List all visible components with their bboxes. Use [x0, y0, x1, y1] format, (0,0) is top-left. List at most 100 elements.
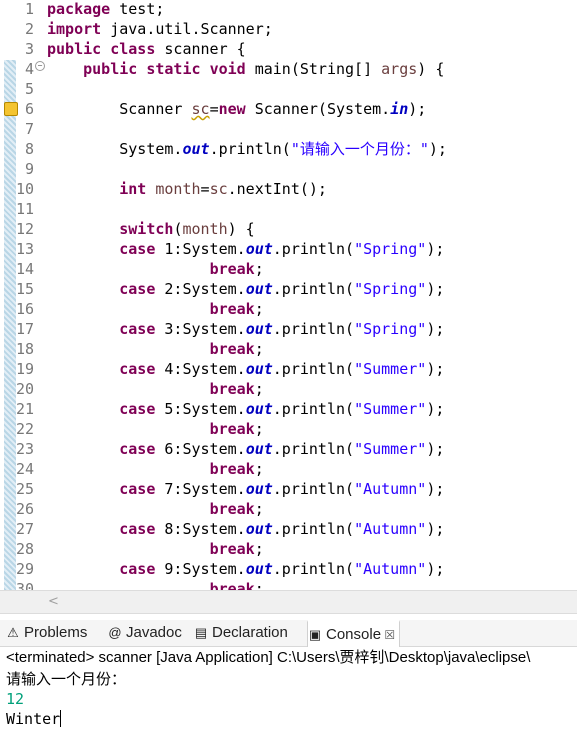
- code-line[interactable]: 19 case 4:System.out.println("Summer");: [0, 359, 577, 379]
- problems-icon: ⚠: [7, 625, 19, 641]
- code-line[interactable]: 23 case 6:System.out.println("Summer");: [0, 439, 577, 459]
- code-text[interactable]: int month=sc.nextInt();: [47, 179, 327, 199]
- line-number: 10: [16, 180, 35, 198]
- console-output-line: 12: [6, 690, 25, 708]
- code-line[interactable]: 7: [0, 119, 577, 139]
- horizontal-scrollbar[interactable]: <: [0, 590, 577, 614]
- code-line[interactable]: 11: [0, 199, 577, 219]
- code-line[interactable]: 6 Scanner sc=new Scanner(System.in);: [0, 99, 577, 119]
- code-text[interactable]: break;: [47, 339, 264, 359]
- tab-declaration[interactable]: ▤ Declaration: [194, 620, 288, 646]
- code-line[interactable]: 10 int month=sc.nextInt();: [0, 179, 577, 199]
- code-line[interactable]: 12 switch(month) {: [0, 219, 577, 239]
- code-line[interactable]: 14 break;: [0, 259, 577, 279]
- code-text[interactable]: case 3:System.out.println("Spring");: [47, 319, 444, 339]
- console-terminated-label: <terminated> scanner [Java Application] …: [6, 649, 531, 666]
- line-number: 29: [16, 560, 35, 578]
- code-text[interactable]: case 1:System.out.println("Spring");: [47, 239, 444, 259]
- line-number: 21: [16, 400, 35, 418]
- code-text[interactable]: case 7:System.out.println("Autumn");: [47, 479, 444, 499]
- code-line[interactable]: 15 case 2:System.out.println("Spring");: [0, 279, 577, 299]
- tab-problems[interactable]: ⚠ Problems: [6, 620, 87, 646]
- code-text[interactable]: case 6:System.out.println("Summer");: [47, 439, 444, 459]
- line-number: 17: [16, 320, 35, 338]
- line-number: 18: [16, 340, 35, 358]
- code-text[interactable]: case 5:System.out.println("Summer");: [47, 399, 444, 419]
- code-text[interactable]: import java.util.Scanner;: [47, 19, 273, 39]
- code-text[interactable]: break;: [47, 499, 264, 519]
- code-text[interactable]: package test;: [47, 0, 164, 19]
- line-number: 28: [16, 540, 35, 558]
- line-number: 8: [24, 140, 34, 158]
- line-number: 2: [24, 20, 34, 38]
- code-line[interactable]: 9: [0, 159, 577, 179]
- line-number: 22: [16, 420, 35, 438]
- code-text[interactable]: public class scanner {: [47, 39, 246, 59]
- code-line[interactable]: 26 break;: [0, 499, 577, 519]
- line-number: 15: [16, 280, 35, 298]
- close-tab-icon[interactable]: ☒: [381, 628, 395, 642]
- code-line[interactable]: 13 case 1:System.out.println("Spring");: [0, 239, 577, 259]
- code-line[interactable]: 20 break;: [0, 379, 577, 399]
- code-text[interactable]: break;: [47, 539, 264, 559]
- code-text[interactable]: case 4:System.out.println("Summer");: [47, 359, 444, 379]
- code-line[interactable]: 8 System.out.println("请输入一个月份：");: [0, 139, 577, 159]
- line-number: 27: [16, 520, 35, 538]
- scroll-left-arrow-icon[interactable]: <: [48, 594, 59, 609]
- code-text[interactable]: case 9:System.out.println("Autumn");: [47, 559, 444, 579]
- code-line[interactable]: 16 break;: [0, 299, 577, 319]
- code-line[interactable]: 4− public static void main(String[] args…: [0, 59, 577, 79]
- console-view[interactable]: <terminated> scanner [Java Application] …: [0, 647, 577, 736]
- tab-console[interactable]: ▣ Console ☒: [307, 620, 401, 648]
- at-icon: @: [108, 625, 122, 641]
- code-text[interactable]: break;: [47, 419, 264, 439]
- fold-toggle-icon[interactable]: −: [35, 61, 45, 71]
- code-line[interactable]: 22 break;: [0, 419, 577, 439]
- code-line[interactable]: 28 break;: [0, 539, 577, 559]
- code-line[interactable]: 29 case 9:System.out.println("Autumn");: [0, 559, 577, 579]
- code-line[interactable]: 2 import java.util.Scanner;: [0, 19, 577, 39]
- line-number: 1: [24, 0, 34, 18]
- line-number: 9: [24, 160, 34, 178]
- code-line[interactable]: 24 break;: [0, 459, 577, 479]
- code-text[interactable]: case 8:System.out.println("Autumn");: [47, 519, 444, 539]
- code-line[interactable]: 5: [0, 79, 577, 99]
- tab-label: Declaration: [212, 624, 288, 641]
- tab-label: Javadoc: [126, 624, 182, 641]
- line-number: 25: [16, 480, 35, 498]
- code-line[interactable]: 1 package test;: [0, 0, 577, 19]
- code-text[interactable]: break;: [47, 259, 264, 279]
- line-number: 14: [16, 260, 35, 278]
- view-tab-bar: ⚠ Problems @ Javadoc ▤ Declaration ▣ Console ☒: [0, 620, 577, 648]
- code-text[interactable]: System.out.println("请输入一个月份：");: [47, 139, 447, 159]
- code-text[interactable]: Scanner sc=new Scanner(System.in);: [47, 99, 426, 119]
- warning-marker-icon[interactable]: [4, 102, 18, 116]
- code-text[interactable]: case 2:System.out.println("Spring");: [47, 279, 444, 299]
- text-caret: [60, 710, 62, 727]
- code-line[interactable]: 3 public class scanner {: [0, 39, 577, 59]
- code-line[interactable]: 17 case 3:System.out.println("Spring");: [0, 319, 577, 339]
- tab-label: Console: [326, 626, 382, 643]
- code-text[interactable]: break;: [47, 459, 264, 479]
- line-number: 6: [24, 100, 34, 118]
- code-text[interactable]: break;: [47, 299, 264, 319]
- code-line[interactable]: 21 case 5:System.out.println("Summer");: [0, 399, 577, 419]
- code-editor[interactable]: 1 package test; 2 import java.util.Scanner;…: [0, 0, 577, 590]
- code-text[interactable]: break;: [47, 379, 264, 399]
- line-number: 7: [24, 120, 34, 138]
- tab-javadoc[interactable]: @ Javadoc: [108, 620, 182, 646]
- code-line[interactable]: 30 break;: [0, 579, 577, 590]
- code-text[interactable]: switch(month) {: [47, 219, 254, 239]
- tab-label: Problems: [24, 624, 88, 641]
- console-output-line: 请输入一个月份：: [6, 670, 127, 688]
- code-line[interactable]: 27 case 8:System.out.println("Autumn");: [0, 519, 577, 539]
- code-text[interactable]: break;: [47, 579, 264, 590]
- line-number: 30: [16, 580, 35, 590]
- code-line[interactable]: 18 break;: [0, 339, 577, 359]
- code-text[interactable]: public static void main(String[] args) {: [47, 59, 444, 79]
- line-number: 24: [16, 460, 35, 478]
- declaration-icon: ▤: [194, 625, 208, 641]
- code-line[interactable]: 25 case 7:System.out.println("Autumn");: [0, 479, 577, 499]
- line-number: 19: [16, 360, 35, 378]
- line-number: 13: [16, 240, 35, 258]
